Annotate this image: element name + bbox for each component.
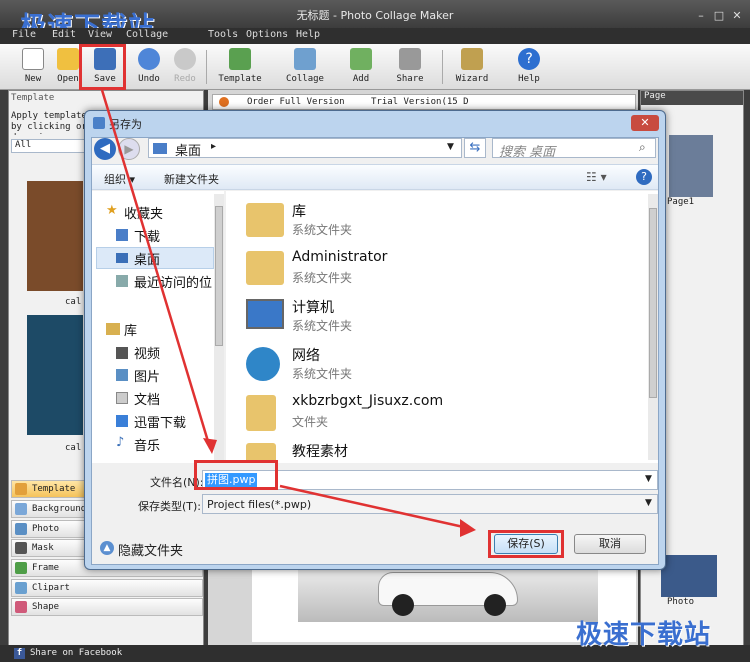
arrowhead (460, 519, 476, 537)
annotation-arrows (100, 89, 476, 537)
arrow-filename-to-save (279, 484, 469, 530)
arrowhead (203, 438, 217, 454)
arrow-save-to-filename (100, 89, 212, 449)
